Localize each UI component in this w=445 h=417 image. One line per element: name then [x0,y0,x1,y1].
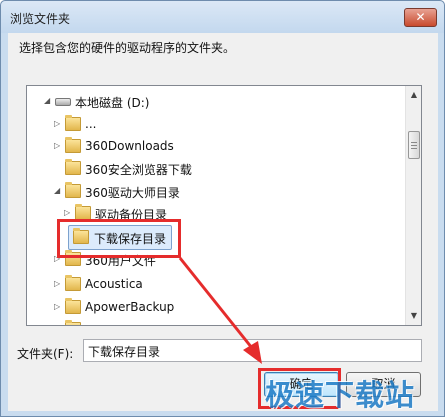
drive-icon [55,98,71,106]
folder-field-label: 文件夹(F): [17,347,74,361]
watermark-text: 极速下载站 [265,378,416,412]
tree-item-label: Acoustica [85,277,143,291]
tree-item[interactable]: ▷ ApowerBackup [27,297,405,319]
collapsed-arrow-icon[interactable]: ▷ [54,302,62,312]
title-bar[interactable]: 浏览文件夹 ✕ [1,1,444,33]
tree-item[interactable]: ▷ 360Downloads [27,136,405,158]
collapsed-arrow-icon[interactable]: ▷ [54,254,62,264]
tree-item[interactable]: ▷ ... [27,114,405,136]
collapsed-arrow-icon[interactable]: ▷ [54,279,62,289]
tree-item[interactable]: ▷ Acoustica [27,274,405,296]
tree-item-label: 下载保存目录 [94,232,167,246]
folder-icon [65,320,81,325]
tree-item[interactable]: ▷ 360用户文件 [27,249,405,271]
collapsed-arrow-icon[interactable]: ▷ [54,119,62,129]
folder-icon [65,298,81,314]
scroll-up-arrow-icon[interactable]: ▲ [407,87,421,103]
scroll-thumb[interactable] [408,131,420,159]
folder-icon [75,204,91,220]
tree-item[interactable]: ◢ 360驱动大师目录 [27,181,405,203]
collapsed-arrow-icon[interactable]: ▷ [54,324,62,325]
collapsed-arrow-icon[interactable]: ▷ [54,141,62,151]
grip-line [411,142,417,143]
tree-item[interactable]: ▷ 驱动备份目录 [27,203,405,225]
folder-tree[interactable]: ◢ 本地磁盘 (D:) ▷ ... ▷ 360Downloads 360安全浏览… [26,85,422,326]
instruction-text: 选择包含您的硬件的驱动程序的文件夹。 [19,41,236,55]
dialog-title: 浏览文件夹 [10,12,71,26]
folder-icon [65,137,81,153]
tree-item-label: ApowerBackup [85,300,175,314]
tree-item-label: 360Downloads [85,139,174,153]
tree-item-drive-d[interactable]: ◢ 本地磁盘 (D:) [27,91,405,113]
tree-item[interactable]: 360安全浏览器下载 [27,158,405,180]
tree-item-label: 驱动备份目录 [95,208,168,222]
folder-icon [73,228,89,244]
folder-icon [65,159,81,175]
tree-item-label: 360用户文件 [85,254,156,268]
folder-icon [65,115,81,131]
grip-line [411,145,417,146]
tree-item-selected[interactable]: 下载保存目录 [27,227,405,249]
tree-item[interactable]: ▷ [27,319,405,325]
grip-line [411,148,417,149]
collapsed-arrow-icon[interactable]: ▷ [64,208,72,218]
close-button[interactable]: ✕ [404,8,437,27]
scroll-down-arrow-icon[interactable]: ▼ [407,308,421,324]
tree-item-label: ... [85,117,97,131]
folder-icon [65,182,81,198]
expanded-arrow-icon[interactable]: ◢ [44,96,52,106]
close-icon: ✕ [415,10,426,24]
folder-input[interactable]: 下载保存目录 [83,339,422,362]
folder-icon [65,275,81,291]
vertical-scrollbar[interactable]: ▲ ▼ [405,86,421,325]
tree-item-label: 360驱动大师目录 [85,186,180,200]
folder-icon [65,250,81,266]
tree-item-label: 360安全浏览器下载 [85,163,192,177]
expanded-arrow-icon[interactable]: ◢ [54,186,62,196]
tree-item-label: 本地磁盘 (D:) [75,96,150,110]
